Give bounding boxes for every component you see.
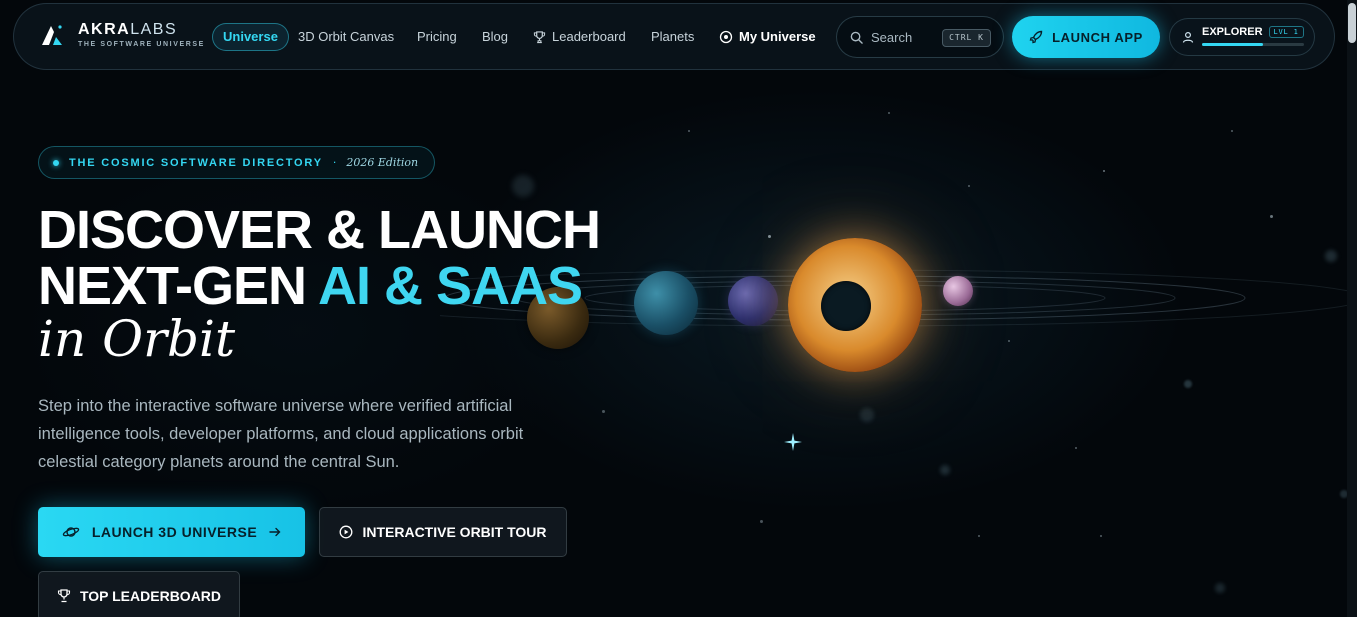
search-input[interactable]: Search CTRL K <box>836 16 1004 58</box>
badge-dot-icon <box>53 159 59 166</box>
planet-pink <box>943 276 973 306</box>
nav-item-blog[interactable]: Blog <box>482 23 508 51</box>
planet-icon <box>62 527 80 537</box>
search-icon <box>850 31 863 44</box>
nav-item-pricing[interactable]: Pricing <box>417 23 457 51</box>
brand-logo[interactable]: AKRALABS THE SOFTWARE UNIVERSE <box>40 22 205 48</box>
user-level-badge: LVL 1 <box>1268 26 1304 38</box>
page-scrollbar[interactable] <box>1347 0 1357 617</box>
nav-item-leaderboard[interactable]: Leaderboard <box>533 23 626 51</box>
planet-indigo <box>728 276 778 326</box>
trophy-icon <box>533 30 546 43</box>
launch-app-button[interactable]: LAUNCH APP <box>1012 16 1160 58</box>
hero-description: Step into the interactive software unive… <box>38 397 524 471</box>
hero-headline-italic: in Orbit <box>38 310 236 368</box>
nav-item-my-universe[interactable]: My Universe <box>719 23 816 51</box>
search-shortcut-badge: CTRL K <box>942 29 991 47</box>
trophy-icon <box>57 589 71 603</box>
interactive-orbit-tour-button[interactable]: INTERACTIVE ORBIT TOUR <box>319 507 567 557</box>
user-profile-button[interactable]: EXPLORER LVL 1 <box>1169 18 1315 56</box>
arrow-right-icon <box>269 527 281 537</box>
planet-ring-icon <box>719 30 733 44</box>
sparkle-icon <box>784 433 802 451</box>
nav-item-universe[interactable]: Universe <box>212 23 289 51</box>
play-circle-icon <box>340 525 353 539</box>
rocket-icon <box>1029 30 1043 44</box>
launch-3d-universe-button[interactable]: LAUNCH 3D UNIVERSE <box>38 507 305 557</box>
hero-headline: DISCOVER & LAUNCH NEXT-GEN AI & SAAS <box>38 200 601 316</box>
top-leaderboard-button[interactable]: TOP LEADERBOARD <box>38 571 240 617</box>
hero-badge: THE COSMIC SOFTWARE DIRECTORY · 2026 Edi… <box>38 146 436 179</box>
sun-core <box>821 281 871 331</box>
brand-name: AKRALABS <box>78 21 178 38</box>
nav-item-planets[interactable]: Planets <box>651 23 694 51</box>
nav-item-3d-orbit-canvas[interactable]: 3D Orbit Canvas <box>298 23 394 51</box>
top-navbar: AKRALABS THE SOFTWARE UNIVERSE Universe … <box>13 3 1335 70</box>
user-icon <box>1182 31 1194 43</box>
planet-teal <box>634 271 698 335</box>
user-name: EXPLORER <box>1202 26 1263 38</box>
brand-tagline: THE SOFTWARE UNIVERSE <box>78 41 205 48</box>
search-label: Search <box>871 29 913 45</box>
xp-progress-bar <box>1202 43 1304 46</box>
scrollbar-thumb[interactable] <box>1348 3 1356 43</box>
xp-progress-fill <box>1202 43 1264 46</box>
logo-icon <box>42 25 62 45</box>
